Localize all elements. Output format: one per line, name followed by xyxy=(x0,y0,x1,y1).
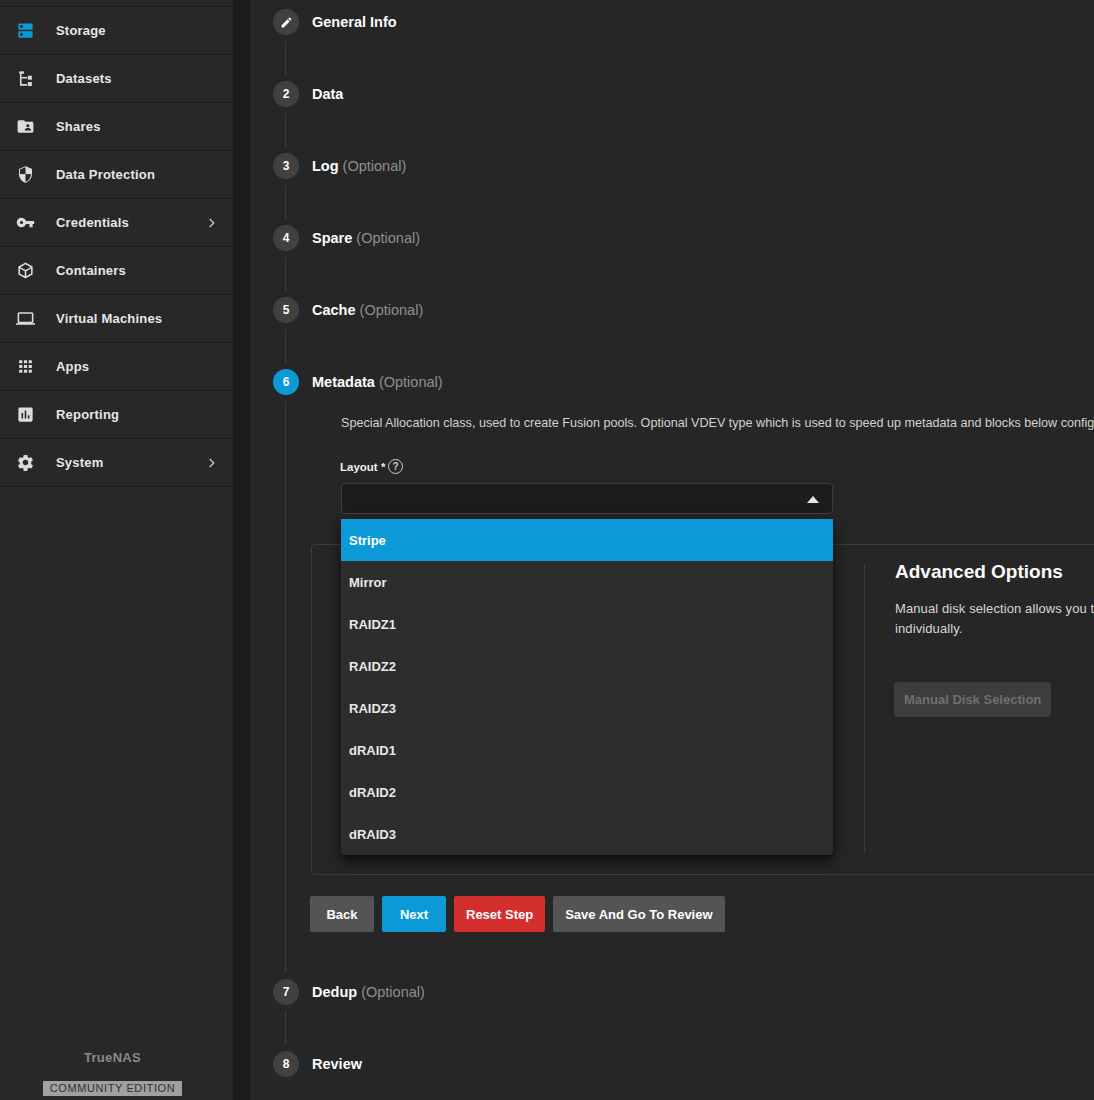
sidebar-item-credentials[interactable]: Credentials xyxy=(0,198,233,246)
dropdown-option-draid1[interactable]: dRAID1 xyxy=(341,729,833,771)
metadata-description: Special Allocation class, used to create… xyxy=(341,416,1094,430)
step-number: 8 xyxy=(273,1051,299,1077)
step-label: Data xyxy=(312,86,343,102)
step-label: Review xyxy=(312,1056,362,1072)
sidebar-nav: Storage Datasets Shares Data Protection Cred… xyxy=(0,0,233,487)
advanced-options-title: Advanced Options xyxy=(895,561,1063,583)
step-label: Cache (Optional) xyxy=(312,302,423,318)
sidebar-item-shares[interactable]: Shares xyxy=(0,102,233,150)
step-header-dedup[interactable]: 7 Dedup (Optional) xyxy=(250,979,650,1005)
sidebar-item-containers[interactable]: Containers xyxy=(0,246,233,294)
sidebar-footer: TrueNAS COMMUNITY EDITION xyxy=(0,1050,233,1100)
shield-icon xyxy=(16,165,38,185)
step-number: 4 xyxy=(273,225,299,251)
sidebar-item-reporting[interactable]: Reporting xyxy=(0,390,233,438)
box-icon xyxy=(16,261,38,281)
datasets-tree-icon xyxy=(16,69,38,89)
sidebar-item-label: Apps xyxy=(56,359,89,374)
sidebar-item-label: Storage xyxy=(56,23,106,38)
sidebar-item-label: Shares xyxy=(56,119,101,134)
bar-chart-icon xyxy=(16,405,38,425)
step-number: 6 xyxy=(273,369,299,395)
main-content: General Info 2 Data 3 Log (Optional) 4 Spare (… xyxy=(250,0,1094,1100)
step-number: 7 xyxy=(273,979,299,1005)
advanced-options-description: Manual disk selection allows you to crea… xyxy=(895,599,1094,639)
next-button[interactable]: Next xyxy=(382,896,446,932)
dropdown-option-draid3[interactable]: dRAID3 xyxy=(341,813,833,855)
step-number: 3 xyxy=(273,153,299,179)
step-buttons: Back Next Reset Step Save And Go To Revi… xyxy=(310,896,725,932)
step-label: Dedup (Optional) xyxy=(312,984,425,1000)
sidebar-item-virtual-machines[interactable]: Virtual Machines xyxy=(0,294,233,342)
community-edition-badge: COMMUNITY EDITION xyxy=(43,1081,183,1096)
storage-icon xyxy=(16,21,38,41)
sidebar-item-label: Datasets xyxy=(56,71,112,86)
dropdown-arrow-icon xyxy=(807,496,819,503)
sidebar-item-datasets[interactable]: Datasets xyxy=(0,54,233,102)
save-and-go-to-review-button[interactable]: Save And Go To Review xyxy=(553,896,724,932)
layout-dropdown: StripeMirrorRAIDZ1RAIDZ2RAIDZ3dRAID1dRAI… xyxy=(341,519,833,855)
sidebar-item-label: Reporting xyxy=(56,407,119,422)
card-divider xyxy=(864,564,865,853)
apps-grid-icon xyxy=(16,357,38,377)
sidebar-item-label: Credentials xyxy=(56,215,129,230)
layout-field-label: Layout * xyxy=(340,461,385,473)
scrollbar-track[interactable] xyxy=(233,0,250,1100)
step-number: 5 xyxy=(273,297,299,323)
sidebar-item-apps[interactable]: Apps xyxy=(0,342,233,390)
dropdown-option-mirror[interactable]: Mirror xyxy=(341,561,833,603)
help-icon[interactable]: ? xyxy=(388,459,403,474)
dropdown-option-stripe[interactable]: Stripe xyxy=(341,519,833,561)
reset-step-button[interactable]: Reset Step xyxy=(454,896,545,932)
sidebar-item-data-protection[interactable]: Data Protection xyxy=(0,150,233,198)
dropdown-option-raidz3[interactable]: RAIDZ3 xyxy=(341,687,833,729)
folder-shared-icon xyxy=(16,117,38,137)
step-header-review[interactable]: 8 Review xyxy=(250,1051,650,1077)
step-label: General Info xyxy=(312,14,397,30)
step-header-data[interactable]: 2 Data xyxy=(250,81,650,107)
step-edit-icon xyxy=(273,9,299,35)
gear-icon xyxy=(16,453,38,473)
dropdown-option-raidz2[interactable]: RAIDZ2 xyxy=(341,645,833,687)
sidebar-item-label: System xyxy=(56,455,103,470)
dropdown-option-draid2[interactable]: dRAID2 xyxy=(341,771,833,813)
chevron-right-icon xyxy=(203,215,219,231)
sidebar-item-storage[interactable]: Storage xyxy=(0,6,233,54)
step-header-general-info[interactable]: General Info xyxy=(250,9,650,35)
step-label: Metadata (Optional) xyxy=(312,374,443,390)
dropdown-option-raidz1[interactable]: RAIDZ1 xyxy=(341,603,833,645)
step-header-log[interactable]: 3 Log (Optional) xyxy=(250,153,650,179)
sidebar-item-label: Containers xyxy=(56,263,126,278)
step-label: Log (Optional) xyxy=(312,158,406,174)
sidebar-item-label: Virtual Machines xyxy=(56,311,162,326)
sidebar-item-label: Data Protection xyxy=(56,167,155,182)
chevron-right-icon xyxy=(203,455,219,471)
key-icon xyxy=(16,213,38,233)
laptop-icon xyxy=(16,309,38,329)
step-label: Spare (Optional) xyxy=(312,230,420,246)
sidebar-item-system[interactable]: System xyxy=(0,438,233,486)
back-button[interactable]: Back xyxy=(310,896,374,932)
step-header-cache[interactable]: 5 Cache (Optional) xyxy=(250,297,650,323)
sidebar: Storage Datasets Shares Data Protection Cred… xyxy=(0,0,233,1100)
layout-select[interactable] xyxy=(341,483,833,514)
step-header-metadata[interactable]: 6 Metadata (Optional) xyxy=(250,369,650,395)
truenas-brand: TrueNAS xyxy=(0,1050,225,1065)
step-number: 2 xyxy=(273,81,299,107)
manual-disk-selection-button[interactable]: Manual Disk Selection xyxy=(894,682,1051,717)
step-header-spare[interactable]: 4 Spare (Optional) xyxy=(250,225,650,251)
